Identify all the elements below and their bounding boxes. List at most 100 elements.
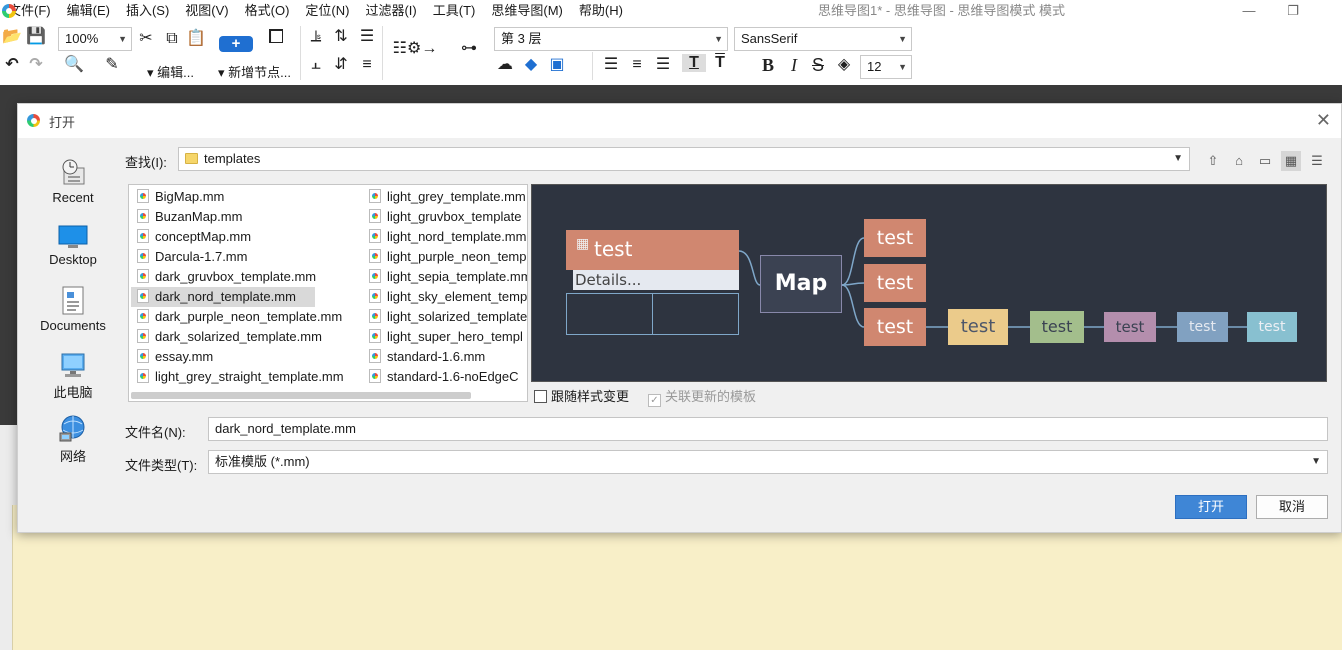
align-center-icon[interactable]: ≡ <box>626 56 648 74</box>
place-recent[interactable]: Recent <box>28 158 118 205</box>
lookin-label: 查找(I): <box>125 155 167 170</box>
move-up-down-icon[interactable]: ⇅ <box>330 28 352 46</box>
place-documents[interactable]: Documents <box>28 286 118 333</box>
align-right-icon[interactable]: ☰ <box>652 56 674 74</box>
network-icon <box>59 415 85 442</box>
italic-icon[interactable]: I <box>784 56 804 74</box>
open-button[interactable]: 打开 <box>1175 495 1247 519</box>
mindmap-file-icon <box>369 289 381 303</box>
menu-edit[interactable]: 编辑(E) <box>59 0 118 22</box>
follow-style-checkbox[interactable]: 跟随样式变更 <box>534 386 629 405</box>
menu-insert[interactable]: 插入(S) <box>118 0 177 22</box>
home-icon[interactable]: ⌂ <box>1229 151 1249 171</box>
filetype-select[interactable]: 标准模版 (*.mm) ▼ <box>208 450 1328 474</box>
open-dialog: 打开 ✕ Recent Desktop Documents 此电脑 网络 查找(… <box>17 103 1342 533</box>
new-node-dropdown[interactable]: ▾ 新增节点... <box>218 64 291 82</box>
strikethrough-icon[interactable]: S <box>808 56 828 74</box>
preview-node: test <box>864 308 926 346</box>
up-folder-icon[interactable]: ⇧ <box>1203 151 1223 171</box>
cut-icon[interactable]: ✂ <box>136 30 156 48</box>
paste-icon[interactable]: 📋 <box>186 30 206 48</box>
file-item[interactable]: Darcula-1.7.mm <box>131 247 359 267</box>
file-item[interactable]: light_grey_template.mm <box>363 187 527 207</box>
place-desktop[interactable]: Desktop <box>28 224 118 267</box>
file-name: light_super_hero_templ <box>387 329 523 344</box>
level-select[interactable]: 第 3 层 ▼ <box>494 27 728 51</box>
file-item[interactable]: dark_purple_neon_template.mm <box>131 307 359 327</box>
lookin-select[interactable]: templates ▼ <box>178 147 1190 171</box>
node-structure-icon[interactable]: ⊶ <box>456 40 482 58</box>
undo-icon[interactable]: ↶ <box>2 56 22 74</box>
minimize-button[interactable]: — <box>1226 0 1272 22</box>
font-select[interactable]: SansSerif ▼ <box>734 27 912 51</box>
text-top-icon[interactable]: T <box>682 54 706 72</box>
recent-icon <box>62 159 85 185</box>
layout-icon[interactable]: ⫡ <box>305 28 327 46</box>
zoom-select[interactable]: 100% ▼ <box>58 27 132 51</box>
close-icon[interactable]: ✕ <box>1316 110 1331 131</box>
details-view-icon[interactable]: ☰ <box>1307 151 1327 171</box>
file-item[interactable]: light_purple_neon_temp <box>363 247 527 267</box>
add-child-node-icon[interactable]: + <box>219 36 253 52</box>
find-icon[interactable]: 🔍 <box>64 56 84 74</box>
maximize-button[interactable]: ❐ <box>1270 0 1316 22</box>
menu-format[interactable]: 格式(O) <box>237 0 298 22</box>
redo-icon[interactable]: ↷ <box>26 56 46 74</box>
menu-tools[interactable]: 工具(T) <box>425 0 484 22</box>
file-item[interactable]: essay.mm <box>131 347 359 367</box>
file-name: light_grey_template.mm <box>387 189 526 204</box>
copy-icon[interactable]: ⧉ <box>162 30 182 48</box>
text-color-icon[interactable]: ◈ <box>834 56 854 74</box>
preview-node-label: test <box>594 237 633 261</box>
menu-filter[interactable]: 过滤器(I) <box>357 0 424 22</box>
save-icon[interactable]: 💾 <box>26 28 46 46</box>
brush-icon[interactable]: ✎ <box>102 56 122 74</box>
file-item[interactable]: dark_gruvbox_template.mm <box>131 267 359 287</box>
menu-navigate[interactable]: 定位(N) <box>297 0 357 22</box>
open-folder-icon[interactable]: 📂 <box>2 28 22 46</box>
filename-input[interactable]: dark_nord_template.mm <box>208 417 1328 441</box>
file-item[interactable]: light_nord_template.mm <box>363 227 527 247</box>
edit-dropdown[interactable]: ▾ 编辑... <box>147 64 194 82</box>
file-item[interactable]: light_sky_element_temp <box>363 287 527 307</box>
horizontal-scrollbar[interactable] <box>131 392 471 399</box>
file-item[interactable]: light_grey_straight_template.mm <box>131 367 359 387</box>
bold-icon[interactable]: B <box>758 56 778 74</box>
place-network[interactable]: 网络 <box>28 414 118 465</box>
place-this-pc[interactable]: 此电脑 <box>28 352 118 401</box>
file-item[interactable]: light_solarized_template <box>363 307 527 327</box>
documents-icon <box>62 286 84 315</box>
file-name: Darcula-1.7.mm <box>155 249 248 264</box>
file-list: BigMap.mm BuzanMap.mm conceptMap.mm Darc… <box>128 184 528 402</box>
file-item[interactable]: standard-1.6.mm <box>363 347 527 367</box>
cloud-icon[interactable]: ☁ <box>494 56 516 74</box>
add-sibling-node-icon[interactable]: ⧠ <box>260 27 292 47</box>
align-left-icon[interactable]: ☰ <box>600 56 622 74</box>
fill-color-icon[interactable]: ◆ <box>520 56 542 74</box>
border-color-icon[interactable]: ▣ <box>546 56 568 74</box>
file-item[interactable]: light_super_hero_templ <box>363 327 527 347</box>
file-item[interactable]: conceptMap.mm <box>131 227 359 247</box>
list-icon[interactable]: ≡ <box>356 56 378 74</box>
file-item[interactable]: light_sepia_template.mm <box>363 267 527 287</box>
menu-mindmap[interactable]: 思维导图(M) <box>483 0 571 22</box>
menu-view[interactable]: 视图(V) <box>177 0 236 22</box>
file-item[interactable]: standard-1.6-noEdgeC <box>363 367 527 387</box>
file-item[interactable]: dark_solarized_template.mm <box>131 327 359 347</box>
map-structure-icon[interactable]: ☷⚙→ <box>390 40 440 58</box>
font-size-select[interactable]: 12 ▼ <box>860 55 912 79</box>
menu-help[interactable]: 帮助(H) <box>571 0 631 22</box>
cancel-button[interactable]: 取消 <box>1256 495 1328 519</box>
file-item[interactable]: BigMap.mm <box>131 187 359 207</box>
sort-icon[interactable]: ☰ <box>356 28 378 46</box>
file-item[interactable]: light_gruvbox_template <box>363 207 527 227</box>
distribute-icon[interactable]: ⇵ <box>330 56 352 74</box>
file-item[interactable]: BuzanMap.mm <box>131 207 359 227</box>
new-folder-icon[interactable]: ▭ <box>1255 151 1275 171</box>
font-value: SansSerif <box>741 31 798 46</box>
file-item-selected[interactable]: dark_nord_template.mm <box>131 287 315 307</box>
align-icon[interactable]: ⫠ <box>305 56 327 74</box>
link-template-checkbox: ✓ 关联更新的模板 <box>648 386 756 407</box>
text-bottom-icon[interactable]: T <box>708 54 732 72</box>
list-view-icon[interactable]: ▦ <box>1281 151 1301 171</box>
